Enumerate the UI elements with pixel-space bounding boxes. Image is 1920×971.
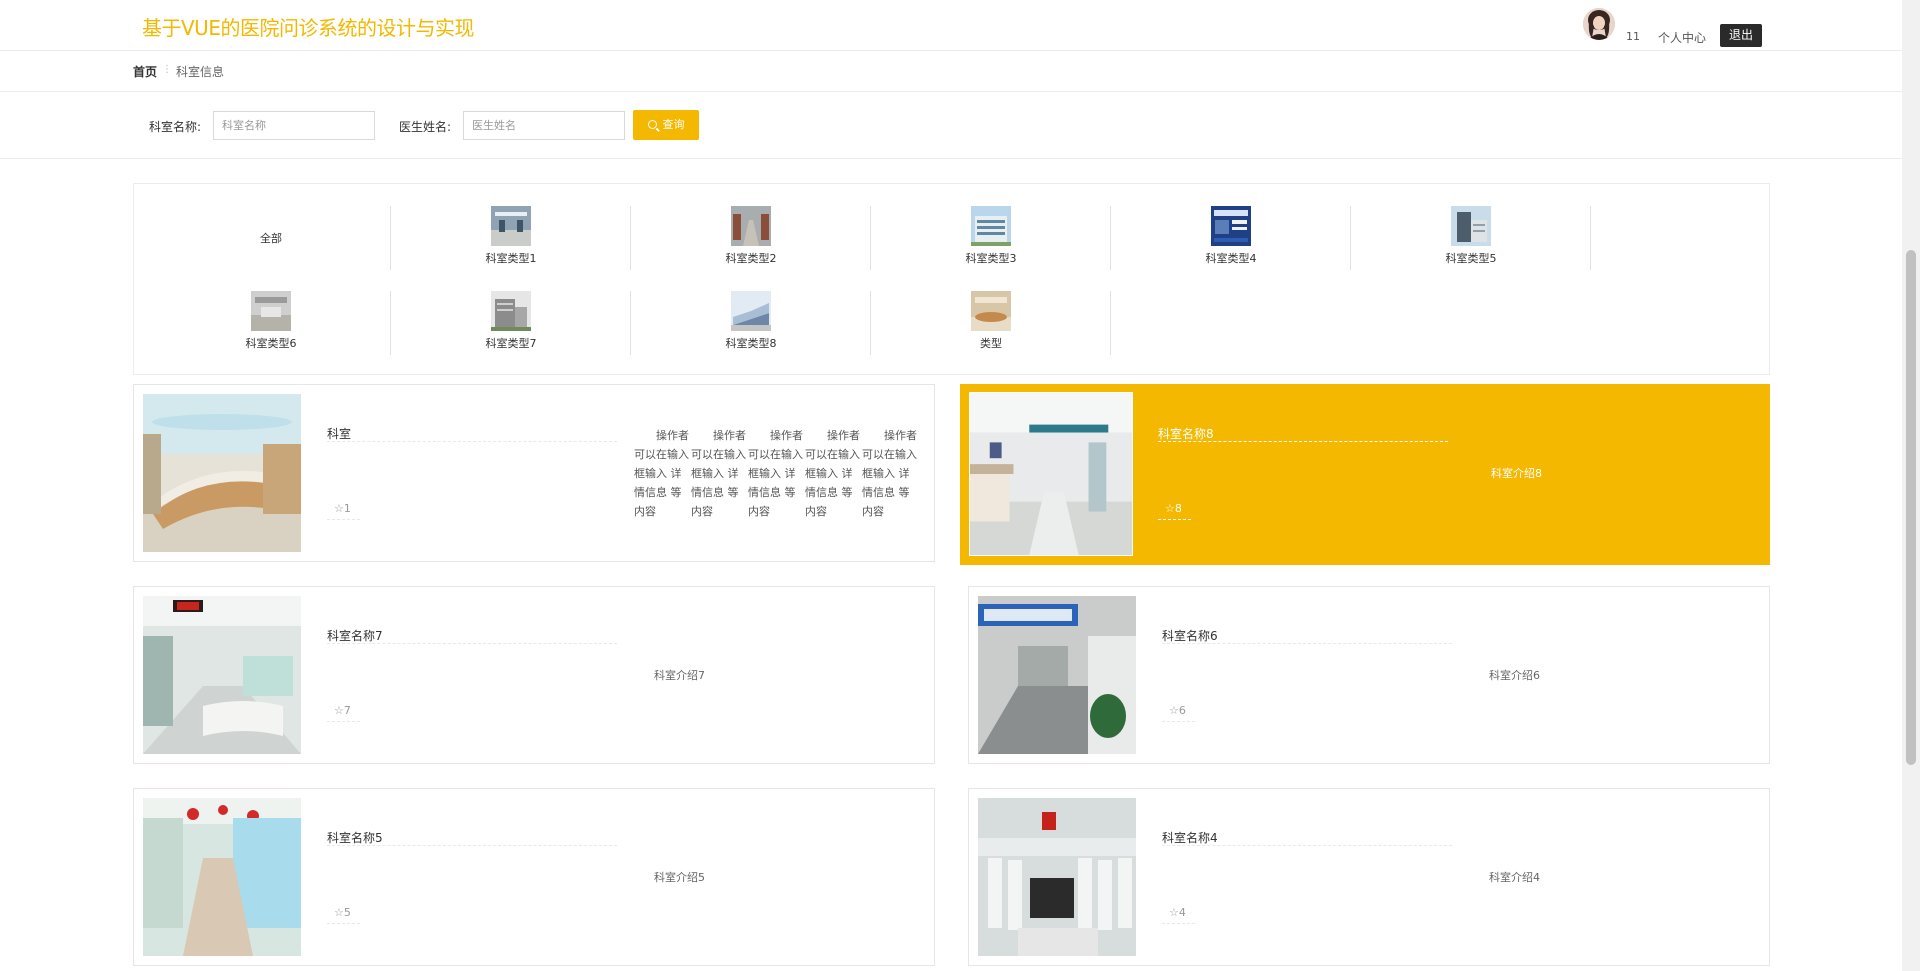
page-scrollbar[interactable]: [1902, 0, 1920, 971]
category-type-4[interactable]: 科室类型4: [1111, 206, 1351, 270]
favorite-count: ☆1: [327, 502, 360, 520]
favorite-count: ☆6: [1162, 704, 1195, 722]
search-button-label: 查询: [662, 118, 685, 131]
category-type-6[interactable]: 科室类型6: [151, 291, 391, 355]
category-type-3[interactable]: 科室类型3: [871, 206, 1111, 270]
category-thumbnail: [971, 291, 1011, 331]
department-description: 科室介绍7: [654, 669, 705, 682]
category-label: 科室类型6: [245, 337, 297, 350]
department-image: [143, 394, 301, 552]
department-name: 科室名称7: [327, 627, 617, 644]
department-image: [978, 798, 1136, 956]
breadcrumb-home[interactable]: 首页: [133, 63, 157, 80]
category-type-7[interactable]: 科室类型7: [391, 291, 631, 355]
favorite-count: ☆8: [1158, 502, 1191, 520]
profile-link[interactable]: 个人中心: [1658, 29, 1706, 46]
category-thumbnail: [251, 291, 291, 331]
favorite-count: ☆7: [327, 704, 360, 722]
star-icon: ☆: [1169, 704, 1179, 717]
star-icon: ☆: [334, 502, 344, 515]
breadcrumb: 首页 ⋮ 科室信息: [0, 52, 1902, 92]
category-thumbnail: [1451, 206, 1491, 246]
category-all[interactable]: 全部: [151, 206, 391, 270]
breadcrumb-current: 科室信息: [176, 65, 225, 79]
category-label: 科室类型4: [1205, 252, 1257, 265]
doctor-name-label: 医生姓名:: [399, 120, 452, 134]
category-type-generic[interactable]: 类型: [871, 291, 1111, 355]
star-icon: ☆: [1169, 906, 1179, 919]
category-filter-panel: 全部 科室类型1 科室类型2 科室类型3 科室类型4 科室类型5 科室类型6 科…: [133, 183, 1770, 375]
category-label: 全部: [260, 232, 282, 245]
category-thumbnail: [1211, 206, 1251, 246]
department-name: 科室名称4: [1162, 829, 1452, 846]
category-thumbnail: [971, 206, 1011, 246]
department-image: [143, 798, 301, 956]
scrollbar-thumb[interactable]: [1906, 250, 1916, 765]
search-button[interactable]: 查询: [633, 110, 699, 140]
star-icon: ☆: [334, 906, 344, 919]
dept-name-label: 科室名称:: [149, 120, 202, 134]
breadcrumb-separator: ⋮: [162, 64, 172, 75]
department-name: 科室名称5: [327, 829, 617, 846]
category-type-2[interactable]: 科室类型2: [631, 206, 871, 270]
category-label: 科室类型7: [485, 337, 537, 350]
category-type-1[interactable]: 科室类型1: [391, 206, 631, 270]
department-description: 科室介绍6: [1489, 669, 1540, 682]
category-thumbnail: [491, 206, 531, 246]
department-name: 科室名称8: [1158, 425, 1448, 442]
department-card[interactable]: 科室名称4 ☆4 科室介绍4: [968, 788, 1770, 966]
category-label: 科室类型2: [725, 252, 777, 265]
user-name: 11: [1626, 30, 1640, 43]
favorite-count: ☆5: [327, 906, 360, 924]
category-thumbnail: [731, 291, 771, 331]
category-label: 科室类型1: [485, 252, 537, 265]
category-type-8[interactable]: 科室类型8: [631, 291, 871, 355]
category-label: 科室类型5: [1445, 252, 1497, 265]
logout-button[interactable]: 退出: [1720, 24, 1762, 47]
department-card[interactable]: 科室名称7 ☆7 科室介绍7: [133, 586, 935, 764]
department-image: [143, 596, 301, 754]
star-icon: ☆: [1165, 502, 1175, 515]
department-image: [969, 392, 1133, 556]
category-label: 科室类型8: [725, 337, 777, 350]
department-image: [978, 596, 1136, 754]
department-description: 科室介绍8: [1491, 467, 1542, 480]
department-description: 科室介绍5: [654, 871, 705, 884]
department-name: 科室名称6: [1162, 627, 1452, 644]
category-label: 科室类型3: [965, 252, 1017, 265]
star-icon: ☆: [334, 704, 344, 717]
search-bar: 科室名称: 科室名称 医生姓名: 医生姓名 查询: [0, 92, 1902, 159]
doctor-name-input[interactable]: 医生姓名: [463, 111, 625, 140]
category-label: 类型: [980, 337, 1002, 350]
top-header: 基于VUE的医院问诊系统的设计与实现 11 个人中心 退出: [0, 0, 1902, 51]
category-thumbnail: [491, 291, 531, 331]
department-card[interactable]: 科室名称5 ☆5 科室介绍5: [133, 788, 935, 966]
department-name: 科室: [327, 425, 617, 442]
user-avatar[interactable]: [1583, 8, 1615, 40]
favorite-count: ☆4: [1162, 906, 1195, 924]
category-type-5[interactable]: 科室类型5: [1351, 206, 1591, 270]
department-card[interactable]: 科室 ☆1 操作者 可以在输入 框输入 详情信息 等内容 操作者 可以在输入 框输入 详…: [133, 384, 935, 562]
department-card-active[interactable]: 科室名称8 ☆8 科室介绍8: [960, 384, 1770, 565]
department-card[interactable]: 科室名称6 ☆6 科室介绍6: [968, 586, 1770, 764]
department-description: 科室介绍4: [1489, 871, 1540, 884]
site-title: 基于VUE的医院问诊系统的设计与实现: [142, 16, 474, 40]
category-thumbnail: [731, 206, 771, 246]
search-icon: [647, 120, 657, 129]
dept-name-input[interactable]: 科室名称: [213, 111, 375, 140]
